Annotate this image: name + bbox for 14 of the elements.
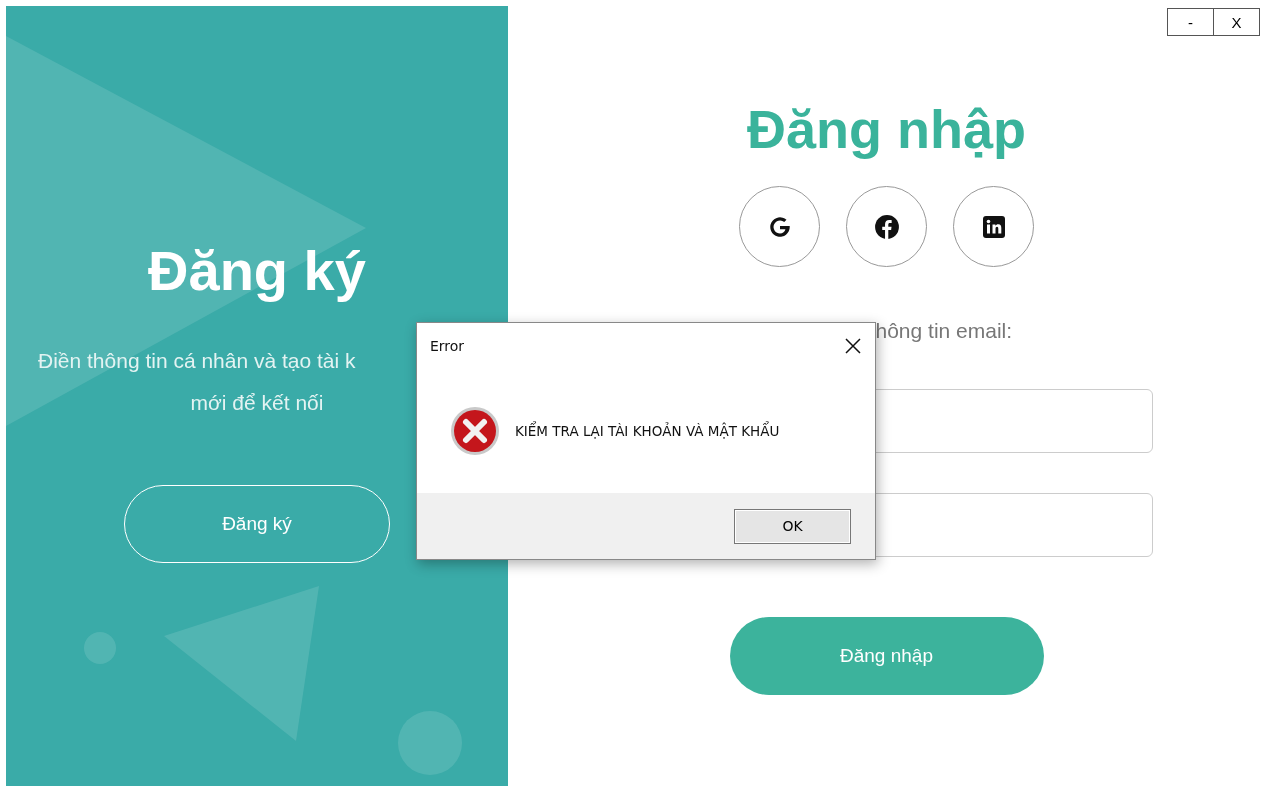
ok-button[interactable]: OK [734,508,851,544]
signup-title: Đăng ký [148,238,366,303]
signup-description: Điền thông tin cá nhân và tạo tài k [38,349,356,373]
minimize-button[interactable]: - [1167,8,1214,36]
form-hint: hông tin email: [875,319,1014,343]
signup-description: mới để kết nối [190,391,324,415]
close-button[interactable]: X [1213,8,1260,36]
error-icon [450,406,500,456]
facebook-icon [873,213,900,240]
close-icon[interactable] [845,338,861,354]
error-message: KIỂM TRA LẠI TÀI KHOẢN VÀ MẬT KHẨU [515,423,780,439]
login-title: Đăng nhập [747,98,1026,160]
linkedin-icon [981,214,1006,239]
dialog-title: Error [430,338,465,354]
